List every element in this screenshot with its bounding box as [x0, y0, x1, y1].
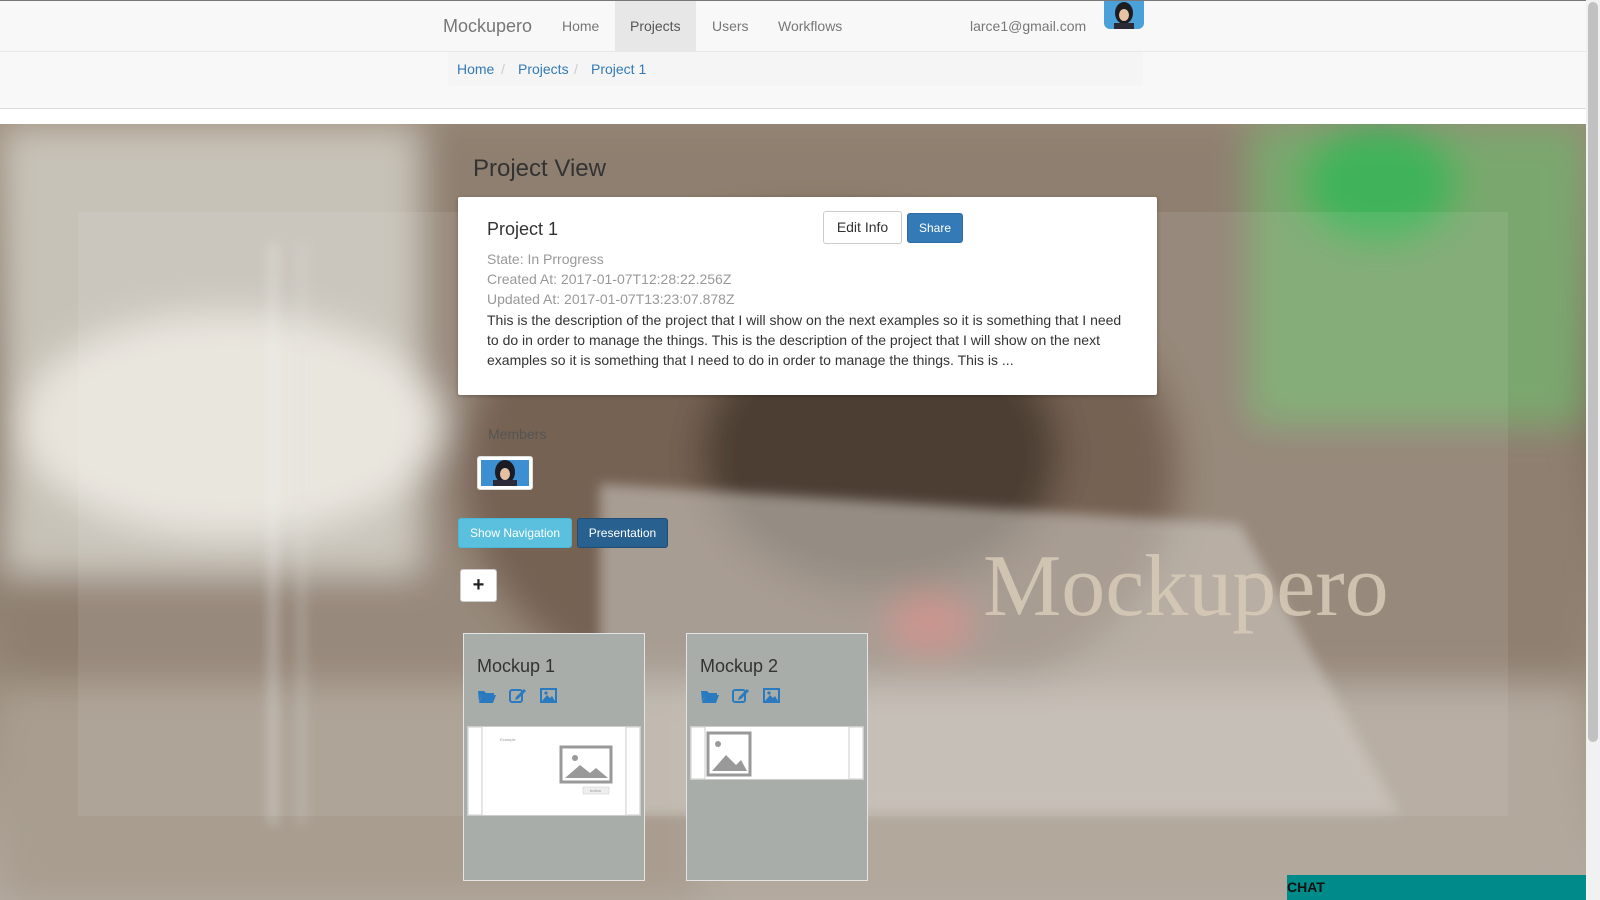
- breadcrumb-projects[interactable]: Projects: [518, 61, 569, 77]
- show-navigation-button[interactable]: Show Navigation: [458, 518, 572, 548]
- nav-users[interactable]: Users: [697, 1, 764, 51]
- share-button[interactable]: Share: [907, 213, 963, 243]
- presentation-button[interactable]: Presentation: [577, 518, 668, 548]
- edit-icon[interactable]: [731, 687, 751, 705]
- members-label: Members: [488, 426, 547, 442]
- nav-projects[interactable]: Projects: [615, 1, 696, 51]
- mockup-preview[interactable]: [690, 726, 864, 780]
- mockup-actions: [700, 687, 789, 705]
- mockup-card[interactable]: Mockup 2: [686, 633, 868, 881]
- edit-icon[interactable]: [508, 687, 528, 705]
- mockup-title: Mockup 1: [477, 656, 556, 676]
- breadcrumb: Home / Projects / Project 1: [448, 52, 1143, 86]
- user-avatar[interactable]: [1104, 1, 1144, 29]
- folder-open-icon[interactable]: [700, 687, 720, 705]
- member-avatar[interactable]: [477, 456, 533, 490]
- preview-caption: Example: [500, 737, 516, 742]
- mockup-card[interactable]: Mockup 1 Example button: [463, 633, 645, 881]
- mockup-preview[interactable]: Example button: [467, 726, 641, 816]
- project-description: This is the description of the project t…: [487, 312, 1122, 368]
- nav-workflows[interactable]: Workflows: [763, 1, 857, 51]
- project-name: Project 1: [487, 219, 559, 239]
- breadcrumb-current[interactable]: Project 1: [591, 61, 646, 77]
- image-icon[interactable]: [762, 687, 782, 705]
- add-mockup-button[interactable]: +: [460, 569, 497, 602]
- mockup-actions: [477, 687, 566, 705]
- project-state: State: In Prrogress: [487, 251, 604, 267]
- nav-home[interactable]: Home: [547, 1, 614, 51]
- image-icon[interactable]: [539, 687, 559, 705]
- breadcrumb-band: Home / Projects / Project 1: [0, 52, 1586, 109]
- project-created-at: Created At: 2017-01-07T12:28:22.256Z: [487, 271, 732, 287]
- project-info-card: Project 1 Edit Info Share State: In Prro…: [458, 197, 1157, 395]
- mockup-title: Mockup 2: [700, 656, 779, 676]
- user-email[interactable]: larce1@gmail.com: [970, 1, 1086, 51]
- watermark-logo: Mockupero: [983, 538, 1389, 635]
- chat-bar[interactable]: CHAT: [1287, 875, 1586, 900]
- preview-button-label: button: [590, 788, 602, 793]
- project-updated-at: Updated At: 2017-01-07T13:23:07.878Z: [487, 291, 735, 307]
- breadcrumb-separator: /: [574, 61, 578, 77]
- brand-link[interactable]: Mockupero: [443, 16, 532, 37]
- page-title: Project View: [473, 155, 606, 182]
- scrollbar-thumb[interactable]: [1588, 2, 1598, 742]
- breadcrumb-home[interactable]: Home: [457, 61, 494, 77]
- edit-info-button[interactable]: Edit Info: [823, 211, 902, 244]
- folder-open-icon[interactable]: [477, 687, 497, 705]
- top-navbar: Mockupero Home Projects Users Workflows …: [0, 1, 1586, 52]
- breadcrumb-separator: /: [501, 61, 505, 77]
